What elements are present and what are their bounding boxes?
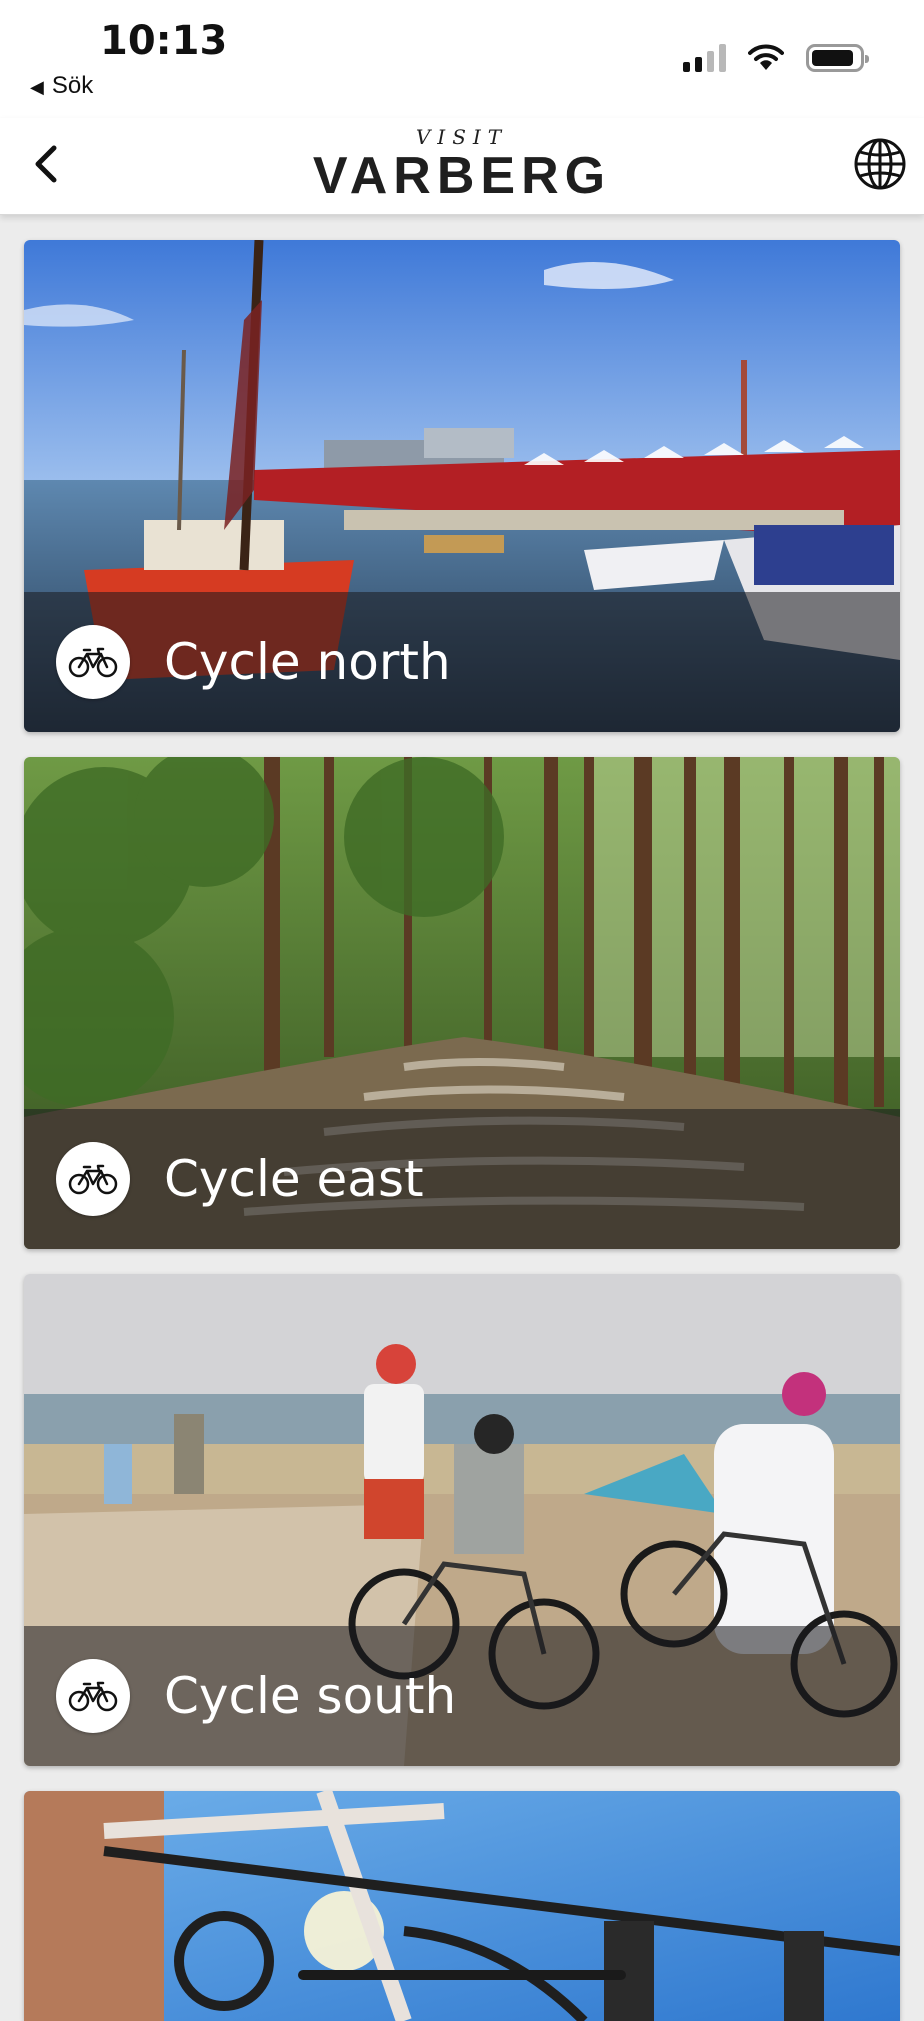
- status-time: 10:13: [100, 18, 228, 64]
- route-card-east[interactable]: Cycle east: [24, 757, 900, 1249]
- card-title: Cycle south: [164, 1667, 457, 1725]
- cellular-signal-icon: [683, 44, 726, 72]
- bicycle-icon: [56, 1659, 130, 1733]
- card-title: Cycle north: [164, 633, 451, 691]
- back-to-app-link[interactable]: ◀ Sök: [30, 72, 93, 100]
- route-card-south[interactable]: Cycle south: [24, 1274, 900, 1766]
- route-card-partial[interactable]: [24, 1791, 900, 2021]
- card-title-bar: Cycle north: [24, 592, 900, 732]
- back-triangle-icon: ◀: [30, 77, 44, 97]
- visit-varberg-logo: VISIT VARBERG: [0, 126, 924, 204]
- card-title-bar: Cycle east: [24, 1109, 900, 1249]
- bicycle-icon: [56, 625, 130, 699]
- globe-icon[interactable]: [852, 136, 908, 192]
- battery-icon: [806, 44, 869, 72]
- status-bar: 10:13 ◀ Sök: [0, 0, 924, 118]
- card-title-bar: Cycle south: [24, 1626, 900, 1766]
- wifi-icon: [748, 44, 784, 70]
- logo-small-text: VISIT: [415, 125, 509, 149]
- route-card-north[interactable]: Cycle north: [24, 240, 900, 732]
- home-indicator[interactable]: [298, 1970, 626, 1980]
- status-icons: [683, 44, 869, 72]
- nav-bar: VISIT VARBERG: [0, 118, 924, 215]
- back-to-app-label: Sök: [51, 72, 94, 99]
- logo-big-text: VARBERG: [312, 147, 612, 205]
- card-title: Cycle east: [164, 1150, 424, 1208]
- bike-sunset-photo: [24, 1791, 900, 2021]
- bicycle-icon: [56, 1142, 130, 1216]
